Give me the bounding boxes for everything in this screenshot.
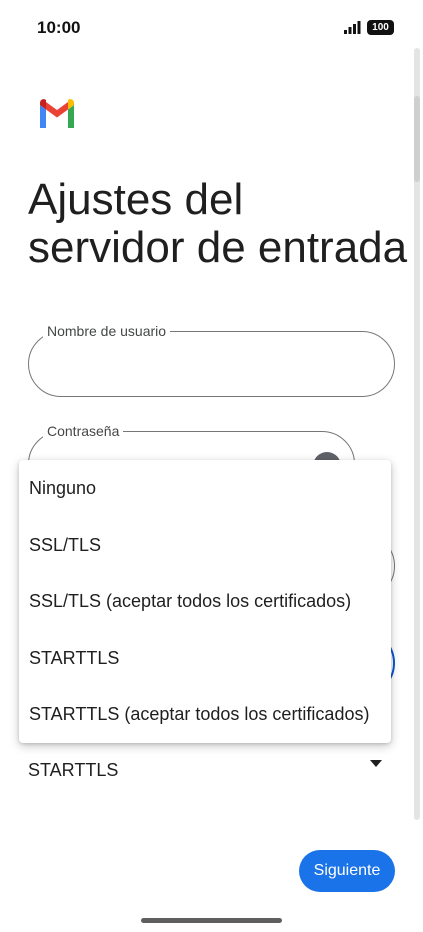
- menu-item-ssl-tls[interactable]: SSL/TLS: [19, 517, 391, 574]
- page-title: Ajustes del servidor de entrada: [28, 175, 408, 272]
- status-time: 10:00: [37, 18, 81, 37]
- menu-item-ninguno[interactable]: Ninguno: [19, 460, 391, 517]
- home-indicator[interactable]: [141, 918, 282, 923]
- signal-icon: [344, 21, 361, 34]
- battery-icon: 100: [367, 20, 394, 35]
- username-field[interactable]: Nombre de usuario: [28, 323, 395, 397]
- status-bar: 10:00 100: [0, 0, 423, 56]
- security-type-value[interactable]: STARTTLS: [28, 760, 118, 781]
- menu-item-starttls-accept-all[interactable]: STARTTLS (aceptar todos los certificados…: [19, 686, 391, 743]
- password-label: Contraseña: [43, 423, 124, 439]
- security-type-dropdown-menu: Ninguno SSL/TLS SSL/TLS (aceptar todos l…: [19, 460, 391, 743]
- dropdown-arrow-icon[interactable]: [370, 760, 382, 767]
- menu-item-starttls[interactable]: STARTTLS: [19, 630, 391, 687]
- username-label: Nombre de usuario: [43, 323, 171, 339]
- menu-item-ssl-tls-accept-all[interactable]: SSL/TLS (aceptar todos los certificados): [19, 573, 391, 630]
- scrollbar-thumb[interactable]: [414, 96, 420, 182]
- gmail-logo-icon: [40, 99, 74, 128]
- next-button[interactable]: Siguiente: [299, 850, 395, 892]
